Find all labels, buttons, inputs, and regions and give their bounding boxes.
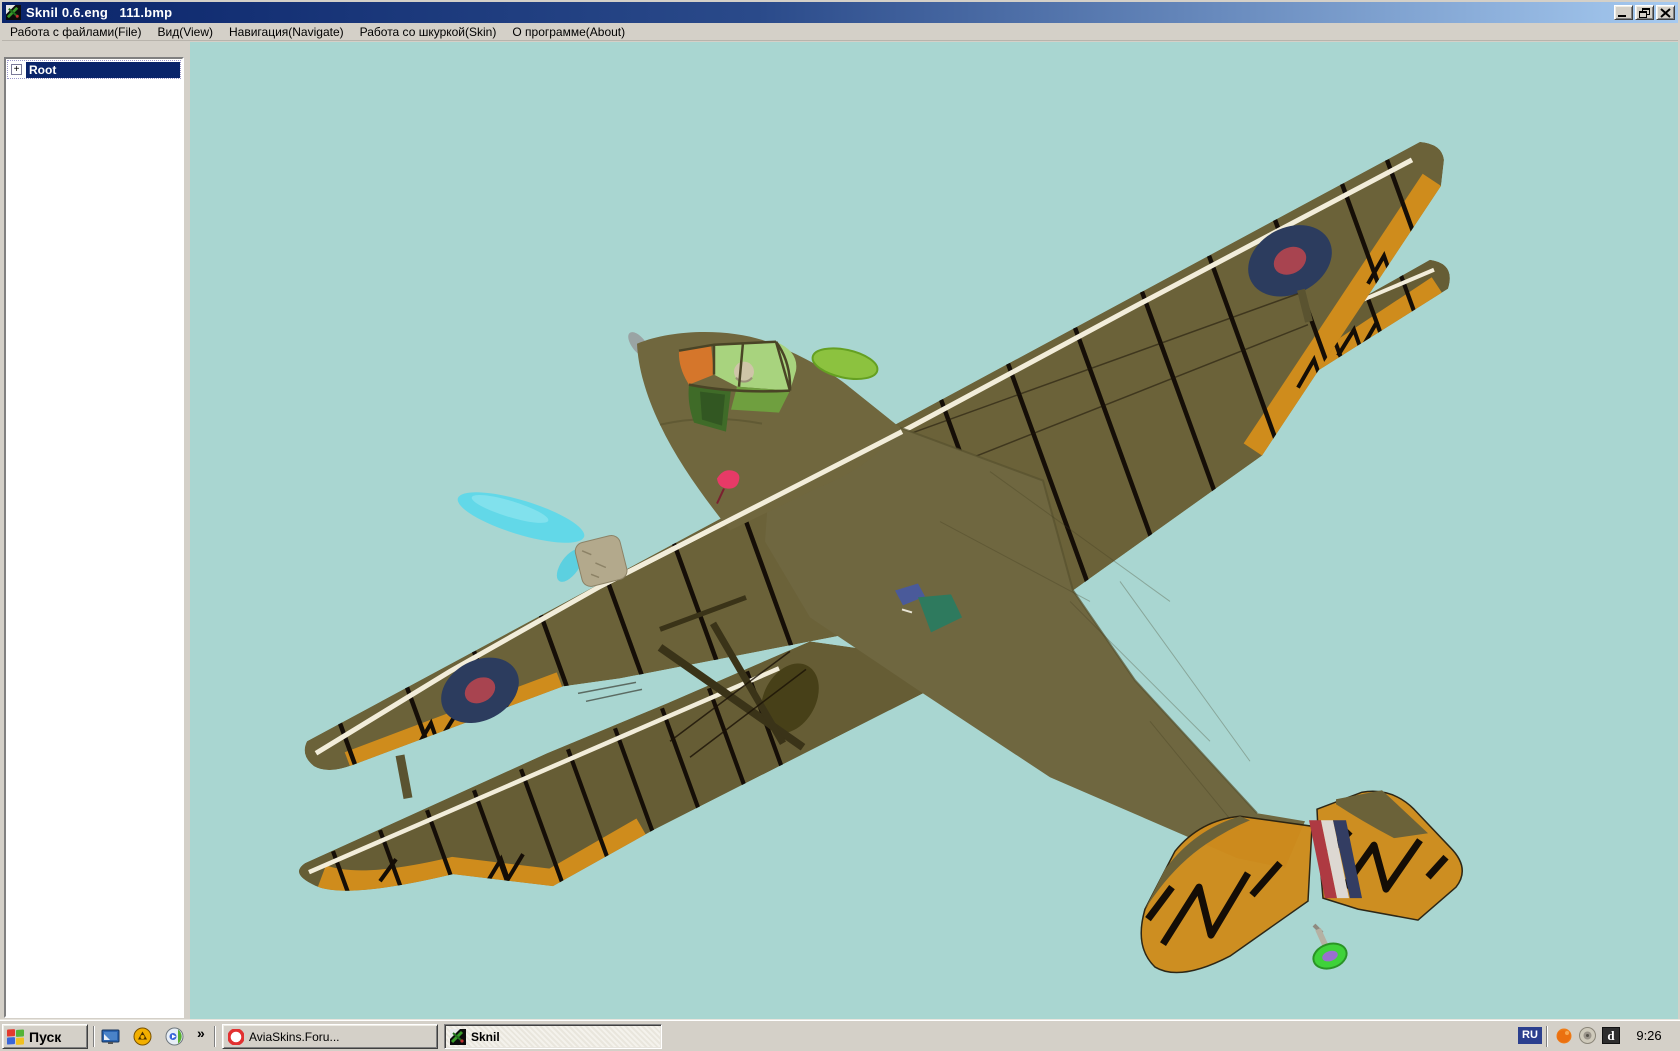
menu-item-file[interactable]: Работа с файлами(File)	[2, 24, 149, 40]
restore-button[interactable]	[1635, 5, 1654, 20]
show-desktop-icon[interactable]	[100, 1026, 121, 1047]
close-icon	[1660, 8, 1672, 18]
task-button-aviaskins[interactable]: AviaSkins.Foru...	[222, 1024, 438, 1049]
menu-item-view[interactable]: Вид(View)	[149, 24, 221, 40]
menu-bar: Работа с файлами(File) Вид(View) Навигац…	[2, 23, 1678, 41]
window-title: Sknil 0.6.eng 111.bmp	[26, 5, 172, 20]
media-player-icon[interactable]	[164, 1026, 185, 1047]
task-button-sknil[interactable]: Sknil	[444, 1024, 662, 1049]
start-label: Пуск	[29, 1029, 61, 1045]
menu-item-navigate[interactable]: Навигация(Navigate)	[221, 24, 352, 40]
sknil-icon	[450, 1029, 466, 1045]
aircraft-3d-view[interactable]	[190, 42, 1678, 1020]
taskbar: Пуск » AviaSkins.For	[0, 1020, 1680, 1050]
propeller-blade-cyan	[453, 482, 589, 553]
minimize-button[interactable]	[1614, 5, 1633, 20]
close-button[interactable]	[1656, 5, 1675, 20]
client-area: + Root	[2, 42, 1678, 1020]
tree-view[interactable]: + Root	[4, 57, 184, 1018]
separator	[93, 1026, 95, 1047]
tree-root-item[interactable]: + Root	[8, 61, 180, 78]
title-bar: Sknil 0.6.eng 111.bmp	[2, 2, 1678, 23]
separator	[214, 1026, 216, 1047]
menu-item-skin[interactable]: Работа со шкуркой(Skin)	[352, 24, 505, 40]
interplane-strut-left	[400, 755, 408, 798]
windows-flag-icon	[6, 1027, 26, 1046]
task-label: AviaSkins.Foru...	[249, 1030, 339, 1044]
tray-letter-icon[interactable]: d	[1602, 1027, 1620, 1044]
application-window: Sknil 0.6.eng 111.bmp Работа с файлами(F…	[0, 0, 1680, 1050]
separator	[1546, 1026, 1548, 1047]
tail-wheel	[1310, 925, 1350, 973]
opera-icon	[228, 1029, 244, 1045]
task-label: Sknil	[471, 1030, 500, 1044]
start-button[interactable]: Пуск	[2, 1024, 88, 1049]
taskbar-clock[interactable]: 9:26	[1626, 1028, 1672, 1043]
tree-expander-icon[interactable]: +	[11, 64, 22, 75]
model-viewport[interactable]	[190, 42, 1678, 1020]
avast-icon[interactable]	[1554, 1026, 1574, 1051]
menu-item-about[interactable]: О программе(About)	[504, 24, 633, 40]
language-indicator[interactable]: RU	[1518, 1027, 1542, 1044]
quick-launch-yellow-icon[interactable]	[132, 1026, 153, 1047]
volume-icon[interactable]	[1578, 1026, 1597, 1050]
tree-root-label: Root	[26, 62, 180, 78]
overflow-chevron[interactable]: »	[197, 1025, 205, 1041]
app-icon	[6, 5, 21, 20]
tree-panel: + Root	[2, 42, 190, 1020]
